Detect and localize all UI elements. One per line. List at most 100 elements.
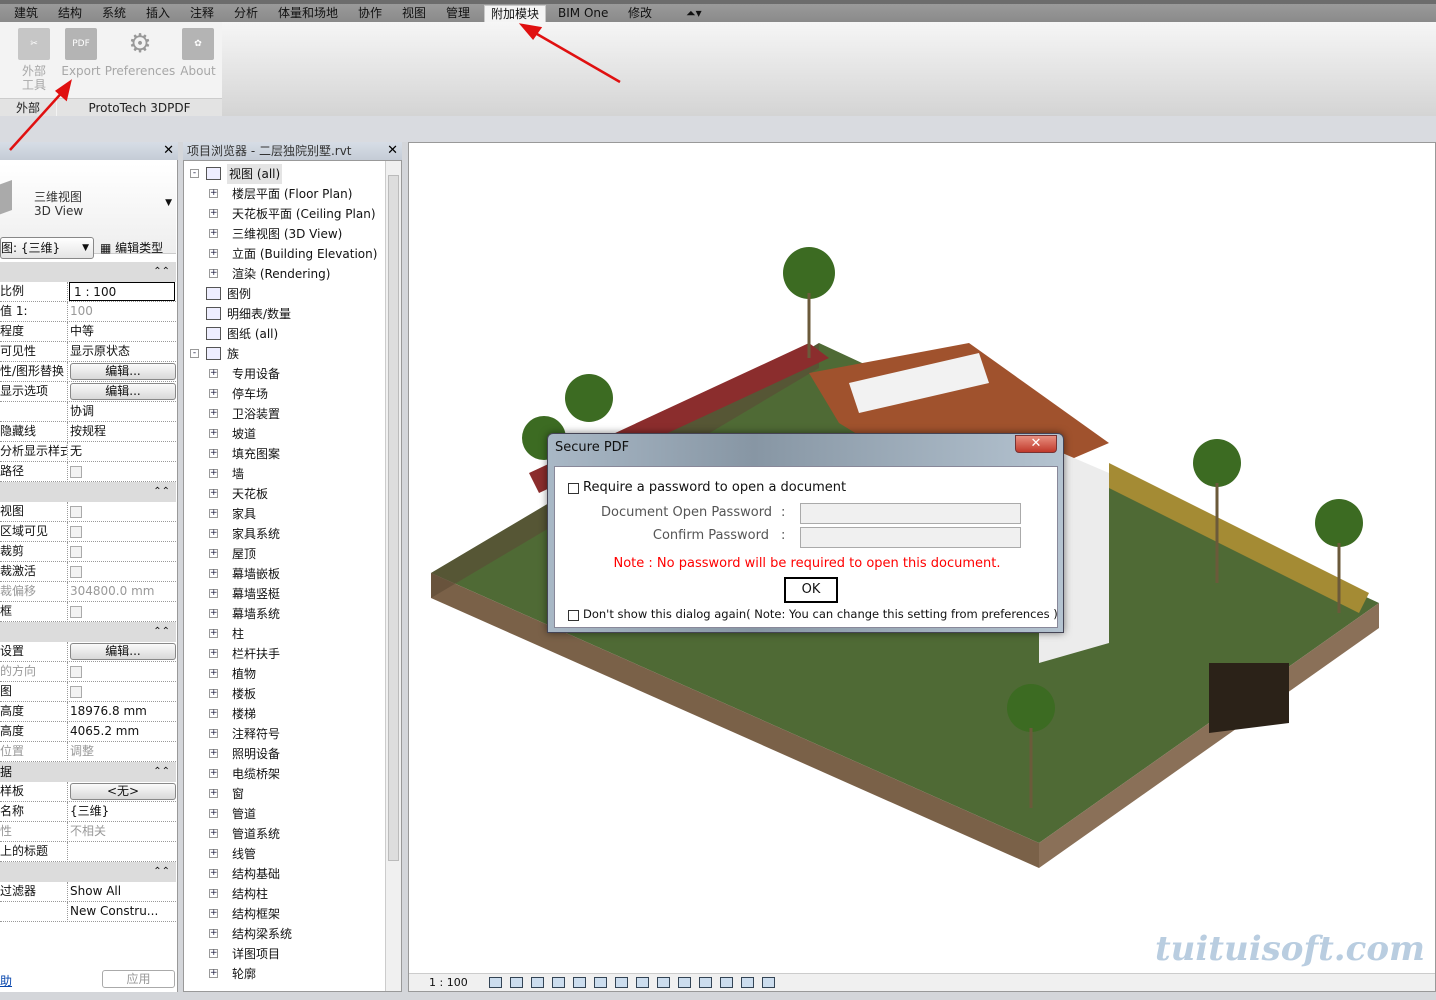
- expand-icon[interactable]: +: [209, 409, 218, 418]
- property-value[interactable]: 不相关: [70, 822, 176, 841]
- view-control-icon[interactable]: [489, 977, 502, 988]
- view-control-icon[interactable]: [657, 977, 670, 988]
- browser-tree-item[interactable]: + 卫浴装置: [184, 404, 384, 424]
- collapse-icon[interactable]: -: [190, 349, 199, 358]
- expand-icon[interactable]: +: [209, 669, 218, 678]
- browser-tree-item[interactable]: + 注释符号: [184, 724, 384, 744]
- browser-scrollbar[interactable]: [385, 161, 401, 991]
- minimize-ribbon-icon[interactable]: ⏶▾: [680, 5, 708, 23]
- collapse-icon[interactable]: ⌃⌃: [153, 482, 170, 502]
- property-checkbox[interactable]: [70, 666, 82, 678]
- browser-tree-item[interactable]: + 停车场: [184, 384, 384, 404]
- expand-icon[interactable]: +: [209, 909, 218, 918]
- expand-icon[interactable]: +: [209, 709, 218, 718]
- browser-tree-item[interactable]: + 管道: [184, 804, 384, 824]
- browser-tree-item[interactable]: + 楼层平面 (Floor Plan): [184, 184, 384, 204]
- browser-tree-item[interactable]: + 墙: [184, 464, 384, 484]
- require-password-checkbox[interactable]: [568, 483, 579, 494]
- property-value[interactable]: 中等: [70, 322, 176, 341]
- browser-tree-item[interactable]: + 渲染 (Rendering): [184, 264, 384, 284]
- expand-icon[interactable]: +: [209, 549, 218, 558]
- browser-tree-item[interactable]: + 楼板: [184, 684, 384, 704]
- browser-tree-item[interactable]: + 三维视图 (3D View): [184, 224, 384, 244]
- apply-button[interactable]: 应用: [102, 970, 175, 988]
- property-checkbox[interactable]: [70, 506, 82, 518]
- browser-tree-item[interactable]: - 视图 (all): [184, 164, 384, 184]
- property-section-header[interactable]: ⌃⌃: [0, 622, 176, 642]
- browser-tree-item[interactable]: + 照明设备: [184, 744, 384, 764]
- ribbon-tab[interactable]: 管理: [440, 5, 476, 23]
- edit-type-button[interactable]: ▦ 编辑类型: [100, 239, 163, 256]
- expand-icon[interactable]: +: [209, 809, 218, 818]
- export-button[interactable]: PDF Export: [60, 28, 102, 78]
- browser-tree-item[interactable]: + 详图项目: [184, 944, 384, 964]
- property-checkbox[interactable]: [70, 546, 82, 558]
- view-control-icon[interactable]: [741, 977, 754, 988]
- about-button[interactable]: ✿ About: [178, 28, 218, 78]
- expand-icon[interactable]: +: [209, 849, 218, 858]
- property-edit-button[interactable]: 编辑...: [70, 363, 176, 380]
- ok-button[interactable]: OK: [784, 577, 838, 603]
- property-checkbox[interactable]: [70, 686, 82, 698]
- property-checkbox[interactable]: [70, 566, 82, 578]
- property-value[interactable]: Show All: [70, 882, 176, 901]
- view-control-icon[interactable]: [531, 977, 544, 988]
- open-password-input[interactable]: [800, 503, 1021, 524]
- view-control-icon[interactable]: [762, 977, 775, 988]
- property-checkbox[interactable]: [70, 526, 82, 538]
- properties-help-link[interactable]: 助: [0, 972, 12, 989]
- expand-icon[interactable]: +: [209, 609, 218, 618]
- expand-icon[interactable]: +: [209, 269, 218, 278]
- collapse-icon[interactable]: ⌃⌃: [153, 622, 170, 642]
- expand-icon[interactable]: +: [209, 689, 218, 698]
- browser-tree-item[interactable]: + 结构柱: [184, 884, 384, 904]
- property-checkbox[interactable]: [70, 606, 82, 618]
- property-value[interactable]: 协调: [70, 402, 176, 421]
- expand-icon[interactable]: +: [209, 449, 218, 458]
- expand-icon[interactable]: +: [209, 489, 218, 498]
- expand-icon[interactable]: +: [209, 629, 218, 638]
- browser-tree-item[interactable]: + 楼梯: [184, 704, 384, 724]
- dialog-close-button[interactable]: ✕: [1015, 435, 1057, 453]
- browser-tree-item[interactable]: + 幕墙系统: [184, 604, 384, 624]
- confirm-password-input[interactable]: [800, 527, 1021, 548]
- view-scale[interactable]: 1 : 100: [429, 974, 468, 991]
- browser-tree-item[interactable]: + 幕墙嵌板: [184, 564, 384, 584]
- view-control-icon[interactable]: [678, 977, 691, 988]
- expand-icon[interactable]: +: [209, 589, 218, 598]
- expand-icon[interactable]: +: [209, 429, 218, 438]
- browser-tree-item[interactable]: + 结构基础: [184, 864, 384, 884]
- property-value[interactable]: New Constru...: [70, 902, 176, 921]
- expand-icon[interactable]: +: [209, 929, 218, 938]
- browser-tree-item[interactable]: + 幕墙竖梃: [184, 584, 384, 604]
- collapse-icon[interactable]: ⌃⌃: [153, 262, 170, 282]
- property-edit-button[interactable]: 编辑...: [70, 383, 176, 400]
- browser-tree-item[interactable]: + 植物: [184, 664, 384, 684]
- ribbon-tab[interactable]: 注释: [184, 5, 220, 23]
- property-edit-button[interactable]: 编辑...: [70, 643, 176, 660]
- browser-tree-item[interactable]: + 天花板: [184, 484, 384, 504]
- property-value[interactable]: 4065.2 mm: [70, 722, 176, 741]
- view-control-icon[interactable]: [594, 977, 607, 988]
- dont-show-again-checkbox[interactable]: [568, 610, 579, 621]
- property-value[interactable]: 18976.8 mm: [70, 702, 176, 721]
- browser-tree-item[interactable]: 明细表/数量: [184, 304, 384, 324]
- property-value[interactable]: 304800.0 mm: [70, 582, 176, 601]
- browser-tree-item[interactable]: + 天花板平面 (Ceiling Plan): [184, 204, 384, 224]
- expand-icon[interactable]: +: [209, 569, 218, 578]
- view-control-icon[interactable]: [720, 977, 733, 988]
- external-tools-button[interactable]: ✂ 外部 工具: [14, 28, 54, 92]
- property-section-header[interactable]: ⌃⌃: [0, 862, 176, 882]
- browser-tree-item[interactable]: + 专用设备: [184, 364, 384, 384]
- view-selector-dropdown[interactable]: 图: {三维} ▼: [0, 237, 94, 259]
- browser-tree-item[interactable]: + 立面 (Building Elevation): [184, 244, 384, 264]
- browser-tree-item[interactable]: + 填充图案: [184, 444, 384, 464]
- expand-icon[interactable]: +: [209, 769, 218, 778]
- property-edit-button[interactable]: <无>: [70, 783, 176, 800]
- property-section-header[interactable]: ⌃⌃: [0, 262, 176, 282]
- property-value[interactable]: {三维}: [70, 802, 176, 821]
- browser-tree-item[interactable]: + 电缆桥架: [184, 764, 384, 784]
- expand-icon[interactable]: +: [209, 969, 218, 978]
- ribbon-tab[interactable]: 体量和场地: [272, 5, 344, 23]
- ribbon-tab[interactable]: 分析: [228, 5, 264, 23]
